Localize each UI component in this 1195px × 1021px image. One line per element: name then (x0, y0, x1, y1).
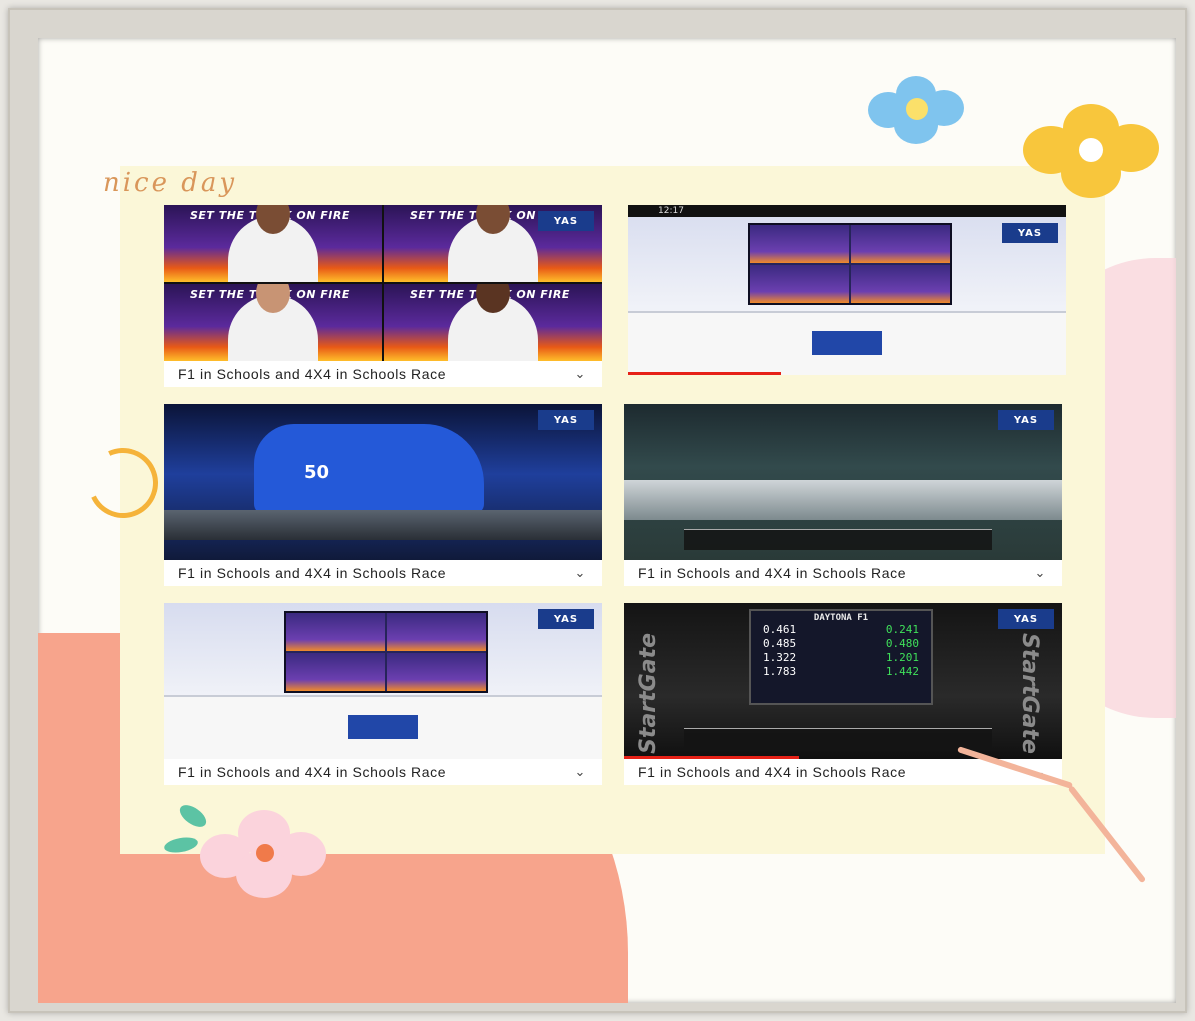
studio-screen (748, 223, 952, 305)
video-progress-bar[interactable] (624, 756, 800, 759)
collage-canvas: nice day SET THE TRACK ON FIRE SET THE T… (38, 38, 1176, 1003)
blue-flower-sticker (868, 76, 968, 146)
collage-title: nice day (103, 168, 238, 198)
photo-frame: nice day SET THE TRACK ON FIRE SET THE T… (8, 8, 1187, 1013)
video-card-3[interactable]: 50 YAS F1 in Schools and 4X4 in Schools … (164, 404, 602, 586)
participant-tile: SET THE TRACK ON FIRE (164, 284, 382, 361)
video-thumbnail[interactable]: 50 YAS (164, 404, 602, 560)
video-card-2[interactable]: 12:17 YAS (628, 205, 1066, 375)
yas-logo-badge: YAS (998, 410, 1054, 430)
timing-title: DAYTONA F1 (813, 613, 869, 623)
video-caption-row: F1 in Schools and 4X4 in Schools Race ⌄ (164, 560, 602, 586)
video-title[interactable]: F1 in Schools and 4X4 in Schools Race (638, 565, 906, 581)
status-time: 12:17 (658, 206, 684, 216)
chevron-down-icon[interactable]: ⌄ (1035, 565, 1047, 581)
results-bar (684, 728, 992, 749)
chevron-down-icon[interactable]: ⌄ (575, 764, 587, 780)
video-thumbnail[interactable]: 12:17 YAS (628, 205, 1066, 375)
video-card-1[interactable]: SET THE TRACK ON FIRE SET THE TRACK ON F… (164, 205, 602, 387)
pink-flower-sticker (200, 810, 330, 900)
yas-logo-badge: YAS (538, 211, 594, 231)
yellow-flower-sticker (1023, 104, 1163, 199)
video-card-5[interactable]: YAS F1 in Schools and 4X4 in Schools Rac… (164, 603, 602, 785)
video-progress-bar[interactable] (628, 372, 782, 375)
participant-tile: SET THE TRACK ON FIREYAS (384, 205, 602, 282)
video-title[interactable]: F1 in Schools and 4X4 in Schools Race (638, 764, 906, 780)
results-bar (684, 529, 992, 550)
video-caption-row: F1 in Schools and 4X4 in Schools Race ⌄ (624, 560, 1062, 586)
track-rail (624, 480, 1062, 520)
studio-desk (628, 311, 1066, 375)
video-card-4[interactable]: YAS F1 in Schools and 4X4 in Schools Rac… (624, 404, 1062, 586)
video-title[interactable]: F1 in Schools and 4X4 in Schools Race (178, 366, 446, 382)
car-number: 50 (304, 462, 330, 483)
track-rail (164, 510, 602, 540)
participant-tile: SET THE TRACK ON FIRE (164, 205, 382, 282)
start-gate-sign: StartGate (1017, 633, 1042, 754)
yas-logo-badge: YAS (1002, 223, 1058, 243)
video-thumbnail[interactable]: YAS (164, 603, 602, 759)
yas-logo-badge: YAS (998, 609, 1054, 629)
video-thumbnail[interactable]: StartGate StartGate DAYTONA F1 0.461 0.24… (624, 603, 1062, 759)
video-call-grid: SET THE TRACK ON FIRE SET THE TRACK ON F… (164, 205, 602, 361)
video-title[interactable]: F1 in Schools and 4X4 in Schools Race (178, 565, 446, 581)
video-thumbnail[interactable]: SET THE TRACK ON FIRE SET THE TRACK ON F… (164, 205, 602, 361)
studio-desk (164, 695, 602, 759)
studio-screen (284, 611, 488, 693)
race-car (254, 424, 484, 514)
yas-logo-badge: YAS (538, 410, 594, 430)
video-caption-row: F1 in Schools and 4X4 in Schools Race ⌄ (164, 361, 602, 387)
video-title[interactable]: F1 in Schools and 4X4 in Schools Race (178, 764, 446, 780)
video-thumbnail[interactable]: YAS (624, 404, 1062, 560)
start-gate-sign: StartGate (636, 633, 661, 754)
timing-board: DAYTONA F1 0.461 0.241 0.485 0.480 1.322 1.… (749, 609, 933, 705)
phone-status-bar: 12:17 (628, 205, 1066, 217)
yas-logo-badge: YAS (538, 609, 594, 629)
participant-tile: SET THE TRACK ON FIRE (384, 284, 602, 361)
video-caption-row: F1 in Schools and 4X4 in Schools Race ⌄ (164, 759, 602, 785)
chevron-down-icon[interactable]: ⌄ (575, 565, 587, 581)
chevron-down-icon[interactable]: ⌄ (575, 366, 587, 382)
